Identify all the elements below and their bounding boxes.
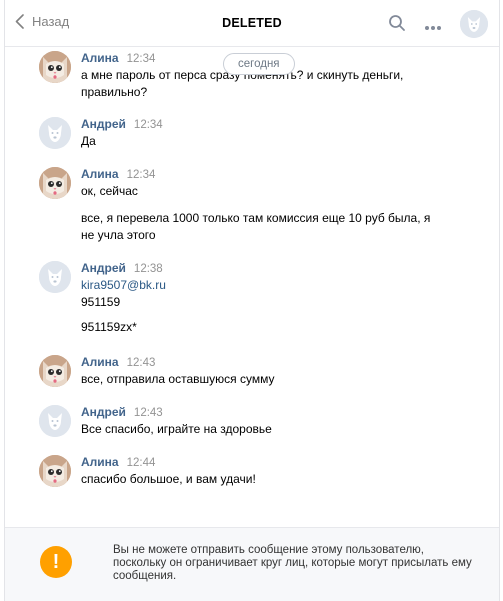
message: Алина 12:44 спасибо большое, и вам удачи…: [39, 455, 479, 489]
dog-avatar[interactable]: [39, 117, 71, 149]
message-time: 12:34: [126, 53, 156, 65]
cat-avatar[interactable]: [39, 51, 71, 83]
message-time: 12:43: [133, 407, 163, 419]
chat-avatar-dog[interactable]: [460, 10, 488, 38]
chat-header: Назад DELETED: [5, 0, 499, 47]
email-link[interactable]: kira9507@bk.ru: [81, 277, 166, 294]
chat-window: Назад DELETED сегодня Алина 12:34 а мне …: [4, 0, 500, 601]
message-text: все, отправила оставшуюся сумму: [81, 372, 275, 386]
message-text: спасибо большое, и вам удачи!: [81, 472, 256, 486]
author-name[interactable]: Алина: [81, 455, 119, 469]
dog-avatar[interactable]: [39, 405, 71, 437]
message-time: 12:44: [126, 457, 156, 469]
search-icon[interactable]: [388, 14, 406, 35]
message-text: все, я перевела 1000 только там комиссия…: [81, 211, 431, 242]
message: Андрей 12:38 kira9507@bk.ru 951159 95115…: [39, 261, 479, 341]
author-name[interactable]: Андрей: [81, 405, 126, 419]
warning-icon: !: [40, 546, 72, 578]
notice-text: Вы не можете отправить сообщение этому п…: [113, 544, 472, 582]
author-name[interactable]: Алина: [81, 51, 119, 65]
message: Андрей 12:43 Все спасибо, играйте на здо…: [39, 405, 479, 439]
author-name[interactable]: Андрей: [81, 117, 126, 131]
message-time: 12:38: [133, 263, 163, 275]
author-name[interactable]: Андрей: [81, 261, 126, 275]
message: Алина 12:43 все, отправила оставшуюся су…: [39, 355, 479, 389]
date-separator: сегодня: [223, 53, 295, 75]
cat-avatar[interactable]: [39, 167, 71, 199]
message-text: 951159zx*: [81, 320, 137, 334]
more-options-icon[interactable]: [424, 19, 442, 34]
message-text: Да: [81, 134, 96, 148]
message-text: ок, сейчас: [81, 184, 138, 198]
message-time: 12:34: [133, 119, 163, 131]
cat-avatar[interactable]: [39, 455, 71, 487]
message-time: 12:43: [126, 357, 156, 369]
message: Алина 12:34 ок, сейчас все, я перевела 1…: [39, 167, 479, 243]
author-name[interactable]: Алина: [81, 355, 119, 369]
message-time: 12:34: [126, 169, 156, 181]
message: Андрей 12:34 Да: [39, 117, 479, 151]
message-text: kira9507@bk.ru 951159: [81, 277, 166, 309]
message-text: Все спасибо, играйте на здоровье: [81, 422, 272, 436]
messaging-restricted-notice: ! Вы не можете отправить сообщение этому…: [5, 527, 499, 601]
dog-avatar[interactable]: [39, 261, 71, 293]
author-name[interactable]: Алина: [81, 167, 119, 181]
cat-avatar[interactable]: [39, 355, 71, 387]
